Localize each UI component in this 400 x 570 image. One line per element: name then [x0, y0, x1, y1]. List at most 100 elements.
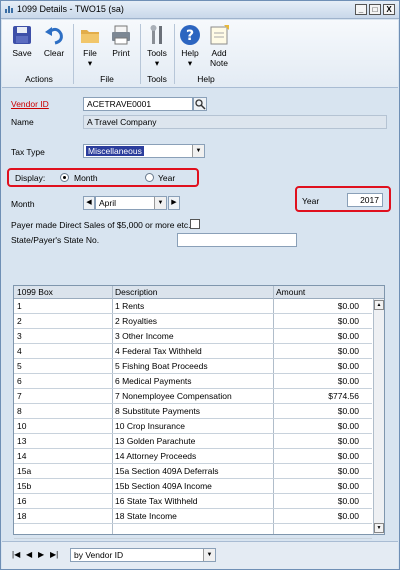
header-1099-box[interactable]: 1099 Box — [17, 287, 53, 297]
previous-record-icon[interactable]: ◀ — [26, 550, 32, 559]
arrow-right-icon: ▶ — [171, 199, 177, 206]
cell-box: 6 — [17, 376, 22, 386]
direct-sales-checkbox[interactable] — [190, 219, 200, 229]
cell-amount: $0.00 — [337, 451, 359, 461]
month-select[interactable]: April ▼ — [95, 196, 167, 210]
cell-amount: $0.00 — [337, 301, 359, 311]
svg-text:?: ? — [186, 28, 194, 44]
display-month-label: Month — [74, 173, 98, 183]
scroll-down-icon[interactable]: ▼ — [374, 523, 384, 533]
ribbon-separator — [140, 24, 141, 84]
add-note-button[interactable]: Add Note — [206, 24, 232, 70]
display-year-radio[interactable] — [145, 173, 154, 182]
cell-amount: $0.00 — [337, 346, 359, 356]
table-row[interactable]: 4 4 Federal Tax Withheld $0.00 — [14, 344, 372, 359]
save-icon — [13, 26, 31, 44]
cell-box: 5 — [17, 361, 22, 371]
lookup-button[interactable] — [193, 97, 207, 111]
chevron-down-icon[interactable]: ▼ — [203, 549, 215, 561]
tax-type-label: Tax Type — [11, 147, 45, 157]
tax-type-select[interactable]: Miscellaneous ▼ — [83, 144, 205, 158]
file-menu-button[interactable]: File ▾ — [78, 24, 102, 70]
cell-amount: $0.00 — [337, 361, 359, 371]
state-no-field[interactable] — [177, 233, 297, 247]
vendor-id-link[interactable]: Vendor ID — [11, 99, 49, 109]
cell-description: 8 Substitute Payments — [115, 406, 201, 416]
chevron-down-icon[interactable]: ▼ — [154, 197, 166, 209]
table-row[interactable]: 16 16 State Tax Withheld $0.00 — [14, 494, 372, 509]
sort-order-select[interactable]: by Vendor ID ▼ — [70, 548, 216, 562]
folder-icon — [81, 30, 99, 43]
chevron-down-icon: ▾ — [187, 58, 193, 68]
clear-label: Clear — [43, 48, 65, 58]
magnifier-icon — [195, 99, 206, 110]
cell-amount: $0.00 — [337, 481, 359, 491]
ribbon-separator — [73, 24, 74, 84]
display-label: Display: — [15, 173, 46, 183]
cell-box: 2 — [17, 316, 22, 326]
table-row[interactable]: 7 7 Nonemployee Compensation $774.56 — [14, 389, 372, 404]
vertical-scrollbar[interactable]: ▲ ▼ — [373, 299, 384, 534]
ribbon-separator — [174, 24, 175, 84]
cell-amount: $0.00 — [337, 376, 359, 386]
tools-menu-button[interactable]: Tools ▾ — [144, 24, 170, 70]
display-month-radio[interactable] — [60, 173, 69, 182]
cell-amount: $0.00 — [337, 466, 359, 476]
year-field[interactable]: 2017 — [347, 193, 383, 207]
cell-description: 6 Medical Payments — [115, 376, 192, 386]
cell-description: 18 State Income — [115, 511, 177, 521]
group-actions: Actions — [25, 74, 53, 84]
printer-icon — [112, 25, 130, 45]
cell-box: 3 — [17, 331, 22, 341]
restore-button[interactable]: □ — [369, 4, 381, 15]
table-row[interactable]: 15b 15b Section 409A Income $0.00 — [14, 479, 372, 494]
table-row[interactable]: 13 13 Golden Parachute $0.00 — [14, 434, 372, 449]
add-note-label: Add Note — [210, 48, 228, 68]
app-icon — [5, 6, 13, 13]
save-label: Save — [12, 48, 32, 58]
next-record-icon[interactable]: ▶ — [38, 550, 44, 559]
state-no-label: State/Payer's State No. — [11, 235, 100, 245]
cell-description: 1 Rents — [115, 301, 145, 311]
help-label: Help — [181, 48, 199, 58]
cell-description: 15b Section 409A Income — [115, 481, 212, 491]
table-row[interactable]: 3 3 Other Income $0.00 — [14, 329, 372, 344]
table-row[interactable]: 6 6 Medical Payments $0.00 — [14, 374, 372, 389]
tools-label: Tools — [147, 48, 167, 58]
cell-box: 15b — [17, 481, 32, 491]
vendor-id-field[interactable]: ACETRAVE0001 — [83, 97, 193, 111]
minimize-button[interactable]: _ — [355, 4, 367, 15]
cell-box: 13 — [17, 436, 27, 446]
table-row[interactable]: 14 14 Attorney Proceeds $0.00 — [14, 449, 372, 464]
clear-button[interactable]: Clear — [40, 24, 68, 70]
cell-amount: $0.00 — [337, 496, 359, 506]
cell-box: 10 — [17, 421, 27, 431]
help-menu-button[interactable]: ? Help ▾ — [178, 24, 202, 70]
window-title: 1099 Details - TWO15 (sa) — [17, 4, 124, 14]
cell-box: 16 — [17, 496, 27, 506]
file-label: File — [83, 48, 97, 58]
table-row[interactable]: 2 2 Royalties $0.00 — [14, 314, 372, 329]
table-row[interactable]: 5 5 Fishing Boat Proceeds $0.00 — [14, 359, 372, 374]
next-month-button[interactable]: ▶ — [168, 196, 180, 210]
last-record-icon[interactable]: ▶| — [50, 550, 58, 559]
cell-box: 1 — [17, 301, 22, 311]
table-row[interactable]: 1 1 Rents $0.00 — [14, 299, 372, 314]
cell-amount: $0.00 — [337, 331, 359, 341]
header-description[interactable]: Description — [115, 287, 158, 297]
table-row[interactable]: 15a 15a Section 409A Deferrals $0.00 — [14, 464, 372, 479]
scroll-up-icon[interactable]: ▲ — [374, 300, 384, 310]
previous-month-button[interactable]: ◀ — [83, 196, 95, 210]
note-icon — [210, 25, 229, 45]
table-row[interactable]: 10 10 Crop Insurance $0.00 — [14, 419, 372, 434]
group-file: File — [100, 74, 114, 84]
table-row[interactable] — [14, 524, 372, 539]
print-button[interactable]: Print — [108, 24, 134, 70]
chevron-down-icon[interactable]: ▼ — [192, 145, 204, 157]
first-record-icon[interactable]: |◀ — [12, 550, 20, 559]
table-row[interactable]: 18 18 State Income $0.00 — [14, 509, 372, 524]
table-row[interactable]: 8 8 Substitute Payments $0.00 — [14, 404, 372, 419]
header-amount[interactable]: Amount — [276, 287, 305, 297]
save-button[interactable]: Save — [8, 24, 36, 70]
close-button[interactable]: X — [383, 4, 395, 15]
